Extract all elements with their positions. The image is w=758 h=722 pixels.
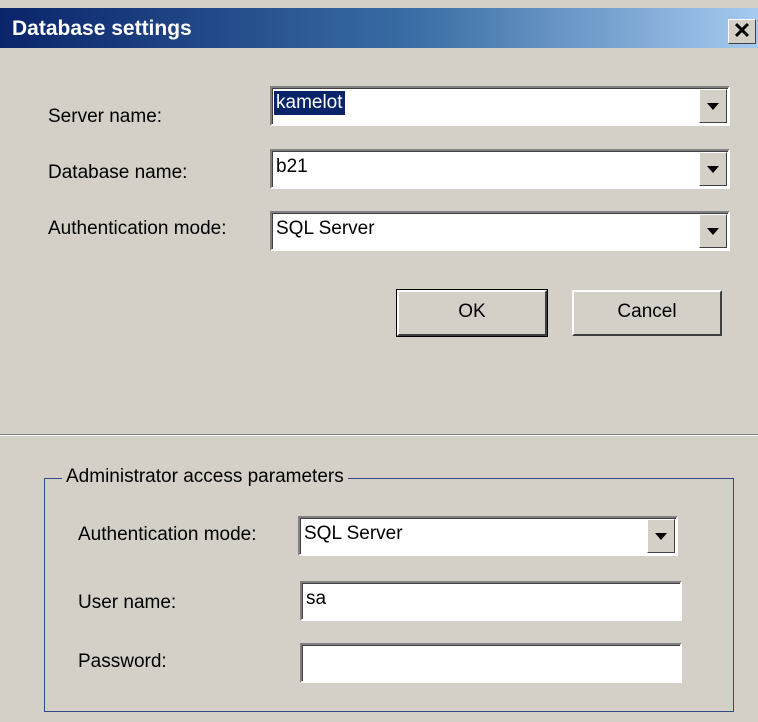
chevron-down-icon (707, 166, 719, 173)
admin-access-group-title: Administrator access parameters (62, 466, 348, 488)
user-name-label: User name: (78, 592, 177, 613)
database-name-combobox[interactable]: b21 (270, 149, 730, 189)
ok-button-label: OK (458, 301, 486, 322)
auth-mode-value: SQL Server (276, 218, 375, 239)
auth-mode-dropdown-button[interactable] (699, 214, 727, 248)
admin-auth-mode-label: Authentication mode: (78, 524, 257, 545)
password-label: Password: (78, 651, 167, 672)
admin-auth-mode-select[interactable]: SQL Server (298, 516, 678, 556)
database-settings-dialog: Database settings ✕ Server name: kamelot… (0, 0, 758, 722)
window-title: Database settings (12, 17, 192, 40)
server-name-combobox[interactable]: kamelot (270, 86, 730, 126)
database-name-dropdown-button[interactable] (699, 152, 727, 186)
database-name-value: b21 (276, 156, 308, 177)
database-name-label: Database name: (48, 162, 188, 183)
user-name-value: sa (306, 588, 327, 609)
cancel-button-label: Cancel (617, 301, 677, 322)
close-icon: ✕ (732, 18, 752, 43)
admin-auth-mode-dropdown-button[interactable] (647, 519, 675, 553)
ok-button[interactable]: OK (396, 289, 548, 337)
password-input[interactable] (300, 643, 682, 683)
admin-auth-mode-value: SQL Server (304, 523, 403, 544)
user-name-input[interactable]: sa (300, 581, 682, 621)
chevron-down-icon (707, 228, 719, 235)
cancel-button[interactable]: Cancel (572, 290, 722, 336)
title-bar[interactable]: Database settings ✕ (0, 8, 758, 48)
server-name-value: kamelot (274, 91, 345, 115)
server-name-label: Server name: (48, 106, 163, 127)
chevron-down-icon (655, 533, 667, 540)
separator-line (0, 434, 758, 436)
auth-mode-label: Authentication mode: (48, 218, 227, 239)
auth-mode-select[interactable]: SQL Server (270, 211, 730, 251)
chevron-down-icon (707, 103, 719, 110)
close-button[interactable]: ✕ (728, 19, 756, 44)
server-name-dropdown-button[interactable] (699, 89, 727, 123)
